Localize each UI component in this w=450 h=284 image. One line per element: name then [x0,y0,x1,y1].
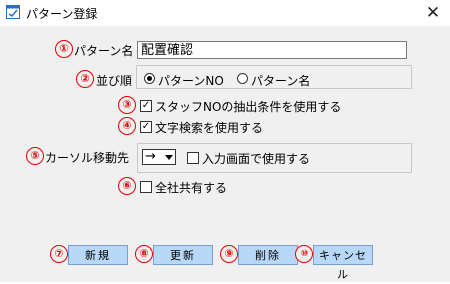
cursor-direction-select[interactable]: → [142,149,176,165]
shared-checkbox-label: 全社共有する [155,181,228,195]
staff-no-checkbox[interactable]: ✓ [140,100,152,112]
staff-no-checkbox-label: スタッフNOの抽出条件を使用する [155,100,342,114]
marker-3: ③ [118,96,136,114]
shared-checkbox[interactable] [140,181,152,193]
marker-2: ② [76,70,94,88]
input-screen-checkbox-label: 入力画面で使用する [202,152,311,166]
marker-8: ⑧ [135,245,153,263]
cursor-direction-label: カーソル移動先 [45,151,130,165]
radio-pattern-no[interactable] [144,73,155,84]
text-search-checkbox[interactable]: ✓ [140,121,152,133]
marker-4: ④ [118,117,136,135]
title-bar: パターン登録 ✕ [0,0,450,26]
app-window-icon [6,5,20,19]
marker-6: ⑥ [118,177,136,195]
new-button[interactable]: 新規 [68,245,128,265]
marker-5: ⑤ [26,147,44,165]
text-search-checkbox-label: 文字検索を使用する [155,121,264,135]
cursor-direction-value: → [145,149,156,164]
pattern-name-input[interactable]: 配置確認 [137,41,407,59]
marker-9: ⑨ [220,245,238,263]
marker-10: ⑩ [295,245,313,263]
radio-pattern-name[interactable] [237,73,248,84]
marker-1: ① [55,40,73,58]
radio-pattern-name-label: パターン名 [251,74,311,88]
sort-order-label: 並び順 [96,74,133,88]
pattern-name-label: パターン名 [74,44,134,58]
update-button[interactable]: 更新 [153,245,213,265]
radio-pattern-no-label: パターンNO [158,74,224,88]
cancel-button[interactable]: キャンセル [313,245,373,281]
chevron-down-icon [165,155,173,160]
marker-7: ⑦ [50,245,68,263]
close-button[interactable]: ✕ [422,2,444,24]
window-title: パターン登録 [26,7,98,21]
pattern-registration-dialog: パターン登録 ✕ ① パターン名 配置確認 ② 並び順 パターンNO パターン名… [0,0,450,282]
delete-button[interactable]: 削除 [238,245,298,265]
input-screen-checkbox[interactable] [187,152,199,164]
